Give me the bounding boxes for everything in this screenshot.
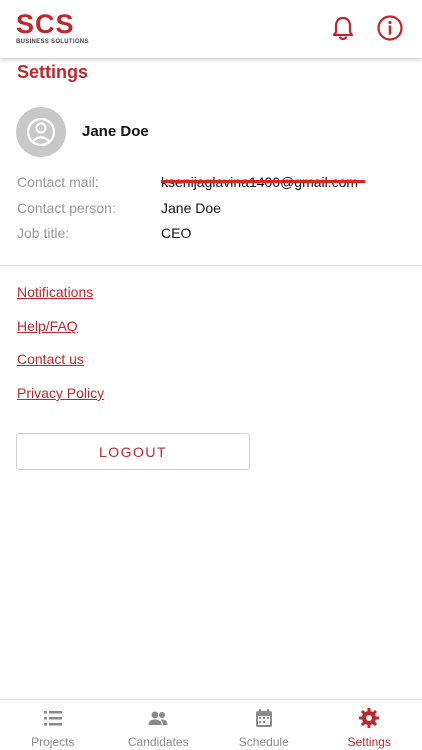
- contact-mail-label: Contact mail:: [17, 174, 99, 190]
- notifications-link[interactable]: Notifications: [17, 284, 93, 300]
- user-avatar-icon: [16, 107, 66, 157]
- list-icon: [43, 711, 62, 726]
- logo-text: SCS: [16, 9, 75, 39]
- job-title-value: CEO: [161, 225, 192, 241]
- scs-logo: SCS BUSINESS SOLUTIONS: [16, 9, 89, 46]
- tab-settings[interactable]: Settings: [317, 700, 422, 750]
- logo-subtext: BUSINESS SOLUTIONS: [16, 39, 89, 45]
- logout-button[interactable]: LOGOUT: [16, 433, 250, 470]
- redaction-strike: [161, 180, 365, 183]
- bottom-tab-bar: Projects Candidates Schedule Settings: [0, 699, 422, 750]
- app-header: SCS BUSINESS SOLUTIONS: [0, 0, 422, 58]
- help-faq-link[interactable]: Help/FAQ: [17, 318, 78, 334]
- tab-projects-label: Projects: [31, 735, 75, 749]
- privacy-policy-link[interactable]: Privacy Policy: [17, 385, 104, 401]
- divider: [0, 265, 422, 266]
- contact-person-value: Jane Doe: [161, 200, 221, 216]
- page-title: Settings: [17, 62, 89, 82]
- tab-settings-label: Settings: [347, 735, 391, 749]
- job-title-label: Job title:: [17, 225, 70, 241]
- calendar-icon: [255, 709, 272, 727]
- profile-name: Jane Doe: [82, 123, 149, 140]
- gear-icon: [359, 708, 380, 728]
- info-icon[interactable]: [376, 14, 404, 42]
- bell-icon[interactable]: [329, 14, 357, 42]
- contact-us-link[interactable]: Contact us: [17, 351, 84, 367]
- tab-schedule-label: Schedule: [238, 735, 289, 749]
- tab-projects[interactable]: Projects: [0, 700, 106, 750]
- tab-schedule[interactable]: Schedule: [211, 700, 317, 750]
- tab-candidates-label: Candidates: [127, 735, 189, 749]
- tab-candidates[interactable]: Candidates: [106, 700, 212, 750]
- users-icon: [148, 711, 168, 725]
- contact-person-label: Contact person:: [17, 200, 116, 216]
